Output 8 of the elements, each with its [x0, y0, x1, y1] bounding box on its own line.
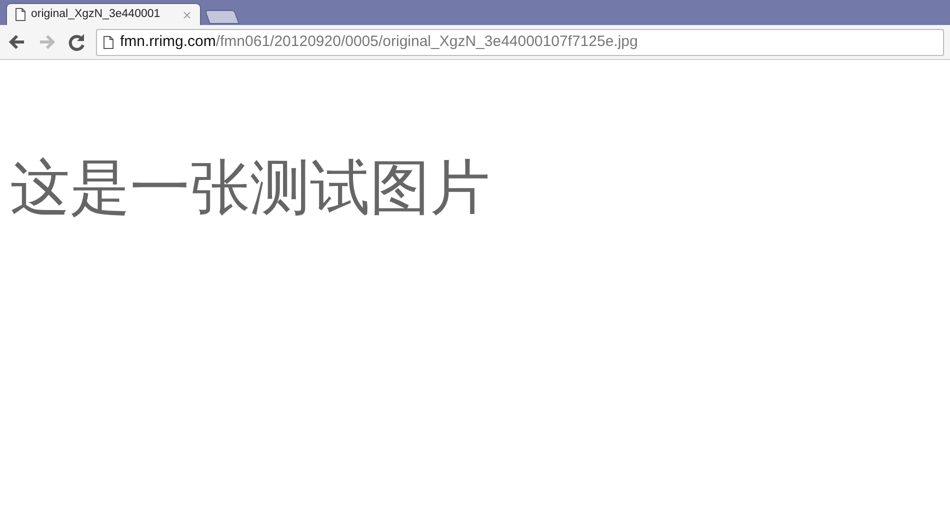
new-tab-button[interactable]	[204, 10, 240, 24]
page-icon	[15, 8, 26, 21]
tab-title: original_XgzN_3e440001	[31, 6, 162, 22]
page-icon	[103, 36, 114, 48]
address-bar[interactable]: fmn.rrimg.com/fmn061/20120920/0005/original_XgzN_3e44000107f7125e.jpg	[96, 28, 944, 56]
image-text: 这是一张测试图片	[10, 158, 490, 218]
browser-tab[interactable]: original_XgzN_3e440001 ×	[6, 3, 201, 25]
url-text: fmn.rrimg.com/fmn061/20120920/0005/original_XgzN_3e44000107f7125e.jpg	[120, 32, 638, 52]
